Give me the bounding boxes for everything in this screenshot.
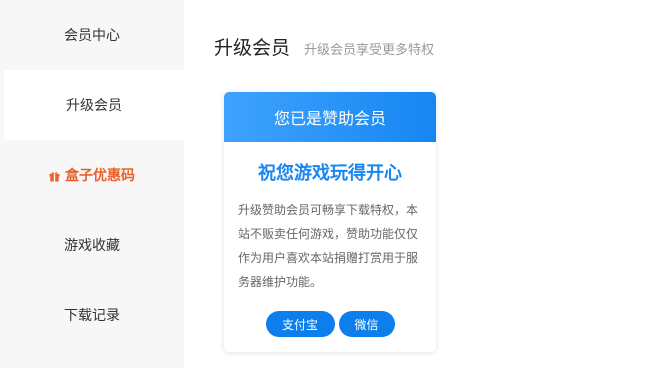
membership-status-text: 您已是赞助会员 xyxy=(273,109,386,128)
sidebar-item-label: 盒子优惠码 xyxy=(65,168,135,184)
sidebar-item-label: 下载记录 xyxy=(64,308,120,324)
membership-status-banner: 您已是赞助会员 xyxy=(224,92,436,142)
wechat-pay-button[interactable]: 微信 xyxy=(338,311,395,337)
sidebar-item-label: 会员中心 xyxy=(64,28,120,44)
page-title: 升级会员 xyxy=(214,37,291,59)
page-subtitle: 升级会员享受更多特权 xyxy=(304,43,435,58)
card-description: 升级赞助会员可畅享下载特权，本站不贩卖任何游戏，赞助功能仅仅作为用户喜欢本站捐赠… xyxy=(238,203,419,289)
sidebar-item-label: 游戏收藏 xyxy=(64,238,120,254)
alipay-button[interactable]: 支付宝 xyxy=(265,311,335,337)
wechat-pay-button-label: 微信 xyxy=(354,317,379,332)
sidebar-item-download-history[interactable]: 下载记录 xyxy=(0,280,184,350)
alipay-button-label: 支付宝 xyxy=(281,317,318,332)
membership-card: 您已是赞助会员 祝您游戏玩得开心 升级赞助会员可畅享下载特权，本站不贩卖任何游戏… xyxy=(224,92,436,352)
sidebar: 会员中心 升级会员 盒子优惠码 游戏收藏 下载记录 xyxy=(0,0,184,368)
gift-icon xyxy=(49,170,60,181)
page-header: 升级会员 升级会员享受更多特权 xyxy=(214,33,434,60)
sidebar-item-coupon-code[interactable]: 盒子优惠码 xyxy=(0,140,184,210)
payment-buttons: 支付宝 微信 xyxy=(224,311,436,337)
card-headline: 祝您游戏玩得开心 xyxy=(258,163,402,184)
sidebar-item-upgrade-member[interactable]: 升级会员 xyxy=(4,70,184,140)
sidebar-item-member-center[interactable]: 会员中心 xyxy=(0,0,184,70)
sidebar-item-game-favorites[interactable]: 游戏收藏 xyxy=(0,210,184,280)
sidebar-item-label: 升级会员 xyxy=(66,98,122,114)
